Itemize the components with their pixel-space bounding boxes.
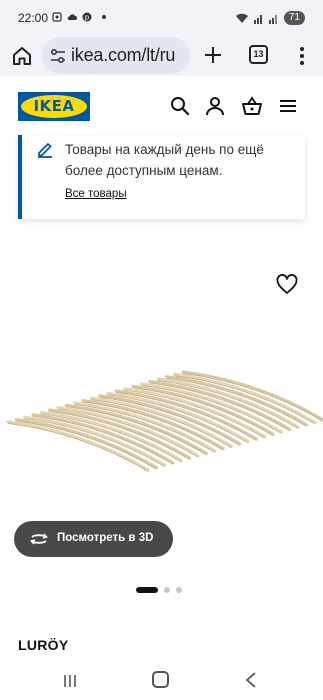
view-3d-label: Посмотреть в 3D (57, 532, 154, 544)
signal-icon (253, 14, 262, 24)
ikea-logo[interactable]: IKEA (18, 92, 90, 121)
search-icon[interactable] (170, 96, 190, 116)
product-image[interactable] (4, 357, 323, 477)
product-gallery: Посмотреть в 3D (0, 232, 323, 602)
system-status: 71 (235, 11, 305, 25)
signal-icon-2 (268, 14, 277, 24)
status-bar: 22:00 p 71 (0, 0, 323, 36)
product-name: LURÖY (18, 637, 69, 653)
more-notifications-dot (102, 15, 106, 19)
more-options-icon[interactable] (293, 45, 311, 67)
wifi-icon (235, 13, 248, 23)
svg-text:p: p (85, 14, 90, 22)
system-nav-bar (0, 662, 323, 700)
site-header: IKEA (0, 76, 323, 132)
basket-icon[interactable] (242, 96, 262, 116)
new-tab-icon[interactable] (202, 44, 224, 66)
home-nav-icon[interactable] (152, 671, 169, 688)
status-time: 22:00 (18, 11, 49, 25)
notification-icons: p (52, 12, 106, 22)
carousel-dots (136, 587, 182, 593)
carousel-dot[interactable] (176, 587, 182, 593)
cloud-icon (67, 14, 77, 20)
tab-switcher-button[interactable]: 13 (249, 45, 268, 64)
pencil-icon (38, 143, 52, 158)
user-icon[interactable] (205, 96, 225, 116)
all-products-link[interactable]: Все товары (65, 188, 127, 200)
url-text[interactable]: ikea.com/lt/ru (71, 45, 175, 66)
carousel-dot[interactable] (164, 587, 170, 593)
battery-indicator: 71 (283, 11, 305, 25)
recent-apps-icon[interactable] (62, 673, 78, 689)
pinterest-icon: p (82, 12, 92, 22)
promo-banner: Товары на каждый день по ещё более досту… (18, 135, 305, 219)
rotate-3d-icon (30, 533, 48, 545)
view-3d-button[interactable]: Посмотреть в 3D (14, 521, 173, 557)
screenshot-icon (52, 12, 62, 22)
promo-text: Товары на каждый день по ещё более досту… (65, 142, 264, 178)
heart-icon[interactable] (276, 274, 298, 296)
menu-icon[interactable] (278, 96, 298, 116)
home-icon[interactable] (11, 45, 33, 67)
logo-text: IKEA (33, 97, 75, 115)
browser-toolbar: ikea.com/lt/ru 13 (0, 36, 323, 76)
site-settings-icon[interactable] (50, 48, 66, 64)
address-bar[interactable]: ikea.com/lt/ru (42, 37, 190, 74)
back-icon[interactable] (244, 671, 258, 689)
carousel-dot-active[interactable] (136, 587, 158, 593)
